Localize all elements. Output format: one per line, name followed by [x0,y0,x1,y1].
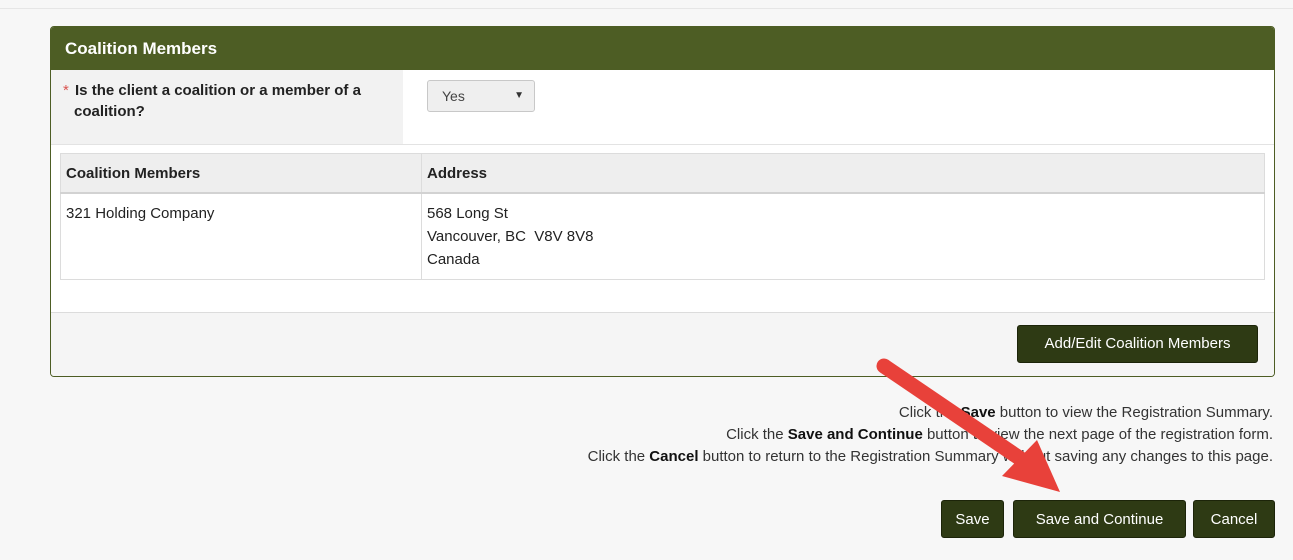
table-header-row: Coalition Members Address [60,153,1265,194]
add-edit-coalition-members-button[interactable]: Add/Edit Coalition Members [1017,325,1258,363]
address-line1: 568 Long St [427,205,508,222]
instruction-suffix: button to view the Registration Summary. [995,404,1273,421]
instructions-text: Click the Save button to view the Regist… [588,402,1273,468]
column-header-address[interactable]: Address [421,153,1265,194]
coalition-select-value: Yes [442,88,465,104]
cancel-button[interactable]: Cancel [1193,500,1275,538]
instruction-prefix: Click the [898,404,961,421]
panel-footer: Add/Edit Coalition Members [51,312,1274,376]
instruction-line-save: Click the Save button to view the Regist… [588,402,1273,424]
address-line3: Canada [427,251,480,268]
instruction-keyword: Cancel [649,448,699,465]
address-line2: Vancouver, BC V8V 8V8 [427,228,594,245]
member-name-cell: 321 Holding Company [60,192,422,280]
column-header-members[interactable]: Coalition Members [60,153,422,194]
save-and-continue-button[interactable]: Save and Continue [1013,500,1186,538]
table-row: 321 Holding Company 568 Long St Vancouve… [60,192,1265,280]
address-cell: 568 Long St Vancouver, BC V8V 8V8 Canada [421,192,1265,280]
top-divider [0,8,1293,9]
instruction-suffix: button to return to the Registration Sum… [698,448,1273,465]
instruction-prefix: Click the [726,426,788,443]
chevron-down-icon: ▼ [514,90,524,101]
instruction-line-cancel: Click the Cancel button to return to the… [588,446,1273,468]
coalition-members-table: Coalition Members Address 321 Holding Co… [60,153,1265,280]
coalition-select[interactable]: Yes ▼ [427,80,535,112]
instruction-keyword: Save and Continue [787,426,923,443]
save-button[interactable]: Save [941,500,1004,538]
coalition-question-label: * Is the client a coalition or a member … [51,70,403,144]
instruction-line-save-continue: Click the Save and Continue button to vi… [588,424,1273,446]
coalition-question-row: * Is the client a coalition or a member … [51,70,1274,144]
coalition-members-panel: Coalition Members * Is the client a coal… [50,26,1275,377]
instruction-suffix: button to view the next page of the regi… [922,426,1273,443]
section-divider [51,144,1274,145]
panel-title: Coalition Members [51,27,1274,70]
required-marker: * [63,82,69,99]
question-text-line1: Is the client a coalition or a member of… [75,82,361,99]
instruction-keyword: Save [960,404,996,421]
question-text-line2: coalition? [74,103,145,120]
instruction-prefix: Click the [587,448,650,465]
